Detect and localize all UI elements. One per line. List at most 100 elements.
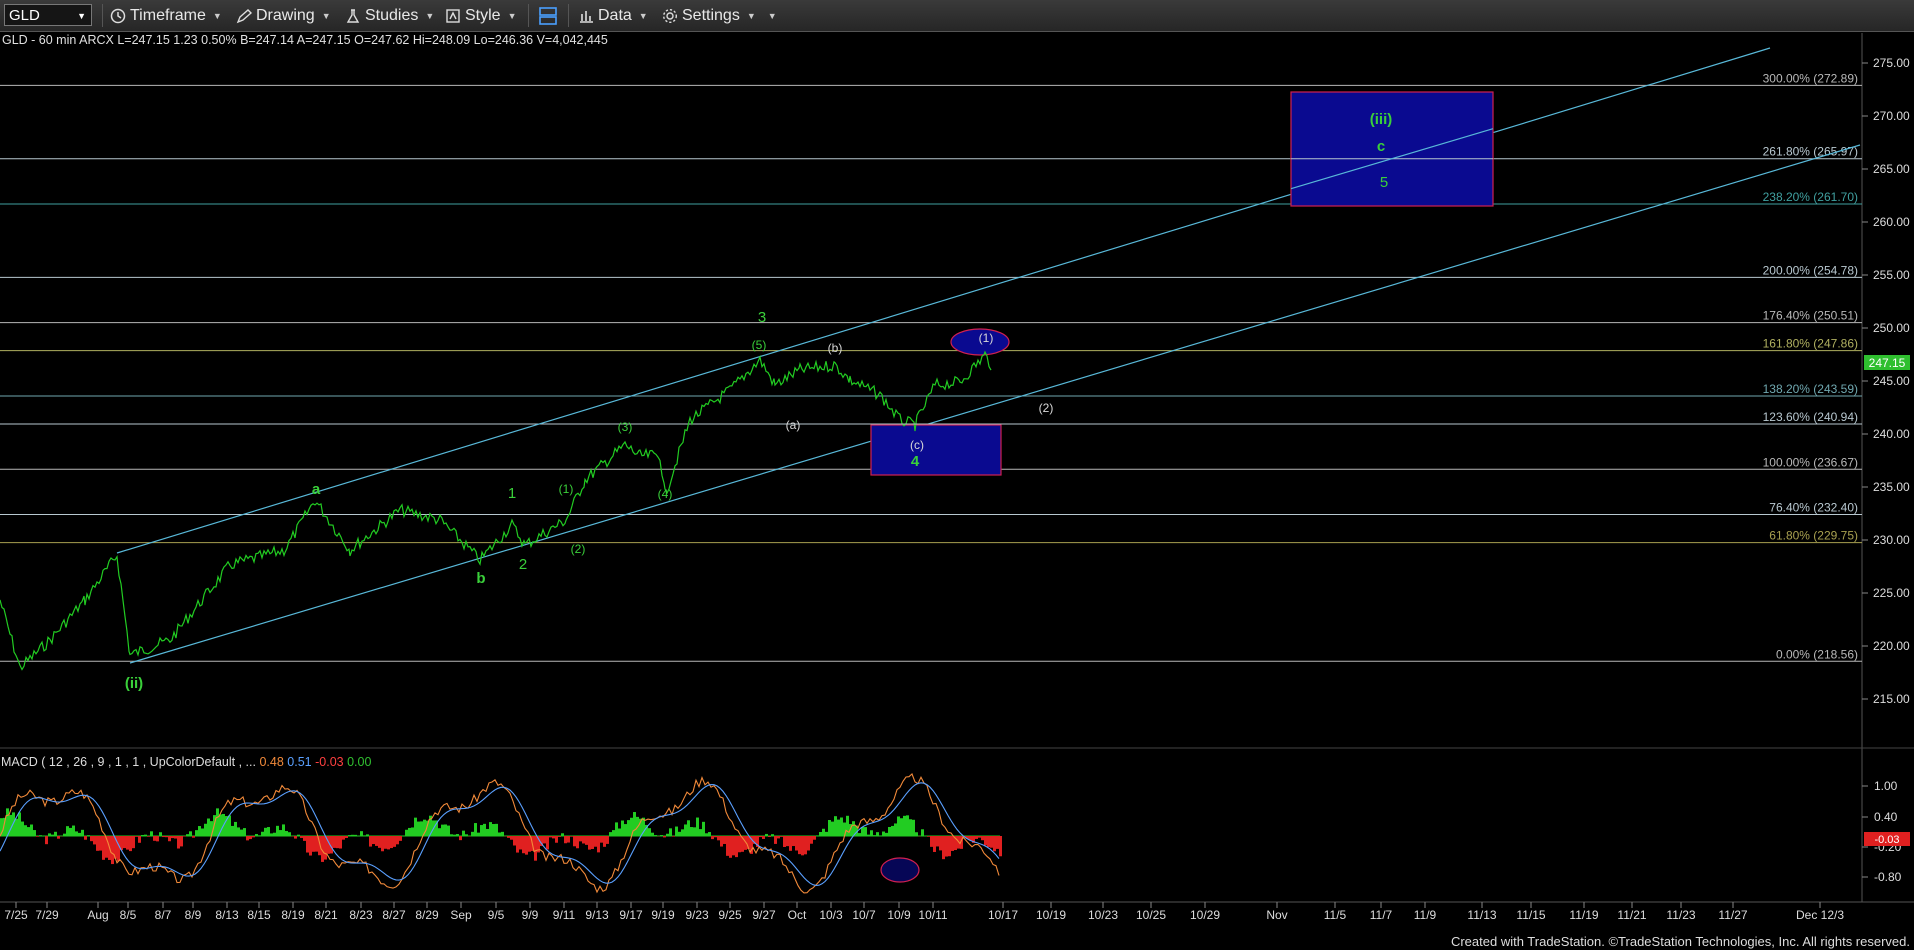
macd-histogram-bar xyxy=(513,836,516,846)
date-tick-label: 8/23 xyxy=(349,908,373,922)
macd-histogram-bar xyxy=(672,836,675,837)
macd-histogram-bar xyxy=(285,830,288,836)
macd-histogram-bar xyxy=(279,830,282,836)
wave-label: (ii) xyxy=(125,675,143,692)
macd-histogram-bar xyxy=(897,816,900,836)
macd-histogram-bar xyxy=(711,836,714,840)
macd-histogram-bar xyxy=(198,826,201,836)
macd-histogram-bar xyxy=(714,836,717,838)
macd-histogram-bar xyxy=(228,815,231,836)
macd-histogram-bar xyxy=(177,836,180,849)
macd-histogram-bar xyxy=(519,836,522,850)
macd-histogram-bar xyxy=(729,836,732,858)
macd-histogram-bar xyxy=(927,836,930,837)
macd-histogram-bar xyxy=(831,821,834,836)
macd-histogram-bar xyxy=(594,836,597,847)
macd-histogram-bar xyxy=(678,831,681,836)
date-tick-label: 8/9 xyxy=(185,908,202,922)
macd-histogram-bar xyxy=(54,831,57,836)
macd-histogram-bar xyxy=(414,817,417,836)
macd-histogram-bar xyxy=(873,835,876,836)
macd-histogram-bar xyxy=(786,836,789,847)
price-tick-label: 275.00 xyxy=(1873,56,1910,70)
date-tick-label: 10/19 xyxy=(1036,908,1066,922)
macd-histogram-bar xyxy=(381,836,384,852)
date-tick-label: 10/29 xyxy=(1190,908,1220,922)
date-tick-label: 11/21 xyxy=(1617,908,1646,922)
macd-axis: 1.000.40-0.20-0.80 xyxy=(1862,779,1902,884)
fib-level-label: 61.80% (229.75) xyxy=(1769,529,1858,543)
price-tick-label: 220.00 xyxy=(1873,639,1910,653)
footer-credit: Created with TradeStation. ©TradeStation… xyxy=(1450,934,1910,949)
macd-histogram-bar xyxy=(684,824,687,836)
date-tick-label: 10/9 xyxy=(887,908,911,922)
macd-histogram-bar xyxy=(732,836,735,856)
macd-histogram-bar xyxy=(45,836,48,845)
date-tick-label: 10/25 xyxy=(1136,908,1166,922)
date-tick-label: 10/17 xyxy=(988,908,1018,922)
fib-level-label: 138.20% (243.59) xyxy=(1763,382,1858,396)
wave-label: 4 xyxy=(911,453,920,470)
macd-histogram-bar xyxy=(573,836,576,847)
date-tick-label: 11/7 xyxy=(1370,908,1393,922)
wave-label: (2) xyxy=(1039,401,1054,415)
macd-histogram-bar xyxy=(264,827,267,836)
macd-histogram-bar xyxy=(552,836,555,839)
fib-level-label: 176.40% (250.51) xyxy=(1763,309,1858,323)
macd-histogram-bar xyxy=(192,836,195,838)
date-tick-label: 9/23 xyxy=(685,908,709,922)
macd-histogram-bar xyxy=(906,815,909,836)
macd-histogram-bar xyxy=(465,834,468,836)
macd-histogram-bar xyxy=(804,836,807,855)
macd-header: MACD ( 12 , 26 , 9 , 1 , 1 , UpColorDefa… xyxy=(1,755,371,769)
macd-tick-label: 0.40 xyxy=(1874,810,1898,824)
date-tick-label: 8/13 xyxy=(215,908,239,922)
date-tick-label: 11/5 xyxy=(1324,908,1347,922)
macd-histogram-bar xyxy=(939,836,942,851)
price-chart[interactable]: 300.00% (272.89) 261.80% (265.97) 238.20% … xyxy=(0,0,1914,950)
macd-ellipse[interactable] xyxy=(880,857,920,883)
channel-lower-line[interactable] xyxy=(129,144,1861,664)
macd-histogram-bar xyxy=(405,829,408,836)
macd-histogram-bar xyxy=(618,828,621,836)
macd-histogram-bar xyxy=(246,836,249,841)
macd-histogram-bar xyxy=(858,833,861,836)
macd-histogram-bar xyxy=(456,834,459,836)
macd-diff-value: -0.03 xyxy=(315,755,344,769)
macd-histogram-bar xyxy=(702,821,705,836)
date-tick-label: 10/3 xyxy=(819,908,843,922)
macd-histogram-bar xyxy=(816,835,819,836)
price-series xyxy=(0,350,992,671)
date-tick-label: 7/29 xyxy=(35,908,59,922)
macd-histogram-bar xyxy=(606,836,609,844)
target-box-upper[interactable] xyxy=(1290,91,1494,207)
date-tick-label: 9/17 xyxy=(619,908,643,922)
macd-histogram-bar xyxy=(21,821,24,836)
macd-histogram-bar xyxy=(933,836,936,852)
wave-label: (b) xyxy=(828,341,843,355)
macd-histogram-bar xyxy=(789,836,792,851)
macd-histogram-bar xyxy=(510,836,513,840)
wave-labels-green: (iii) c 5 3 (5) (3) (4) a 1 (1) 2 (2) b … xyxy=(125,111,1392,692)
wave-label: (a) xyxy=(786,418,801,432)
channel-upper-line[interactable] xyxy=(116,47,1771,554)
target-box-lower[interactable] xyxy=(870,424,1002,476)
macd-histogram-bar xyxy=(93,836,96,845)
macd-histogram-bar xyxy=(801,836,804,856)
price-tick-label: 255.00 xyxy=(1873,268,1910,282)
macd-histogram-bar xyxy=(399,836,402,841)
macd-histogram-bar xyxy=(813,836,816,840)
macd-histogram-bar xyxy=(498,832,501,836)
macd-histogram-bar xyxy=(135,836,138,837)
date-tick-label: 9/19 xyxy=(651,908,675,922)
macd-histogram-bar xyxy=(297,834,300,836)
price-tick-label: 235.00 xyxy=(1873,480,1910,494)
macd-histogram-bar xyxy=(375,836,378,846)
macd-histogram-bar xyxy=(867,834,870,836)
macd-panel[interactable] xyxy=(0,773,1002,894)
wave-label: (iii) xyxy=(1370,111,1393,128)
date-tick-label: 8/5 xyxy=(120,908,137,922)
macd-histogram-bar xyxy=(561,833,564,836)
price-tick-label: 265.00 xyxy=(1873,162,1910,176)
macd-tick-label: -0.80 xyxy=(1874,870,1902,884)
